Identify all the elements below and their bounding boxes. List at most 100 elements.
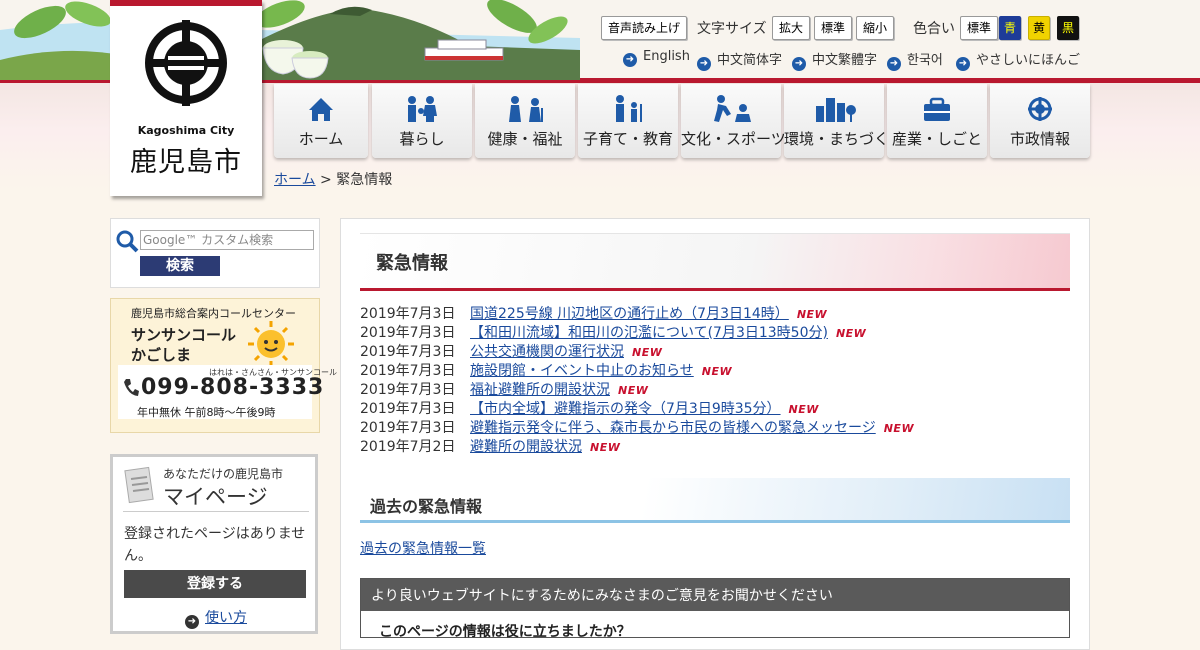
logo-text-ja: 鹿児島市 xyxy=(130,147,242,178)
lang-easy-japanese-link[interactable]: ➜ やさしいにほんご xyxy=(956,49,1080,71)
past-info-heading-bar: 過去の緊急情報 xyxy=(360,478,1070,523)
call-center-name-line1: サンサンコール xyxy=(131,326,237,344)
news-link[interactable]: 公共交通機関の運行状況 xyxy=(470,344,624,360)
color-yellow-button[interactable]: 黄 xyxy=(1028,16,1051,40)
news-date: 2019年7月3日 xyxy=(360,306,456,322)
survey-heading: より良いウェブサイトにするためにみなさまのご意見をお聞かせください xyxy=(361,579,1069,611)
news-date: 2019年7月3日 xyxy=(360,363,456,379)
new-badge: NEW xyxy=(618,384,649,397)
arrow-right-icon: ➜ xyxy=(887,57,901,71)
nav-label: 健康・福祉 xyxy=(487,130,563,148)
nav-label: ホーム xyxy=(298,130,344,148)
page-title-bar: 緊急情報 xyxy=(360,233,1070,291)
breadcrumb-current: 緊急情報 xyxy=(336,172,393,188)
color-blue-button[interactable]: 青 xyxy=(999,16,1022,40)
arrow-right-icon: ➜ xyxy=(185,615,199,629)
survey-panel: より良いウェブサイトにするためにみなさまのご意見をお聞かせください このページの… xyxy=(360,578,1070,640)
lang-label: 中文繁體字 xyxy=(812,53,878,68)
new-badge: NEW xyxy=(883,422,915,435)
news-item: 2019年7月3日 福祉避難所の開設状況 NEW xyxy=(360,379,648,399)
new-badge: NEW xyxy=(796,308,828,321)
new-badge: NEW xyxy=(835,327,867,340)
news-link[interactable]: 【和田川流域】和田川の氾濫について(7月3日13時50分) xyxy=(470,325,828,341)
news-item: 2019年7月3日 国道225号線 川辺地区の通行止め（7月3日14時） NEW xyxy=(360,303,827,323)
news-item: 2019年7月3日 公共交通機関の運行状況 NEW xyxy=(360,341,662,361)
nav-label: 子育て・教育 xyxy=(582,130,673,148)
lang-chinese-simplified-link[interactable]: ➜ 中文简体字 xyxy=(697,49,782,71)
news-date: 2019年7月3日 xyxy=(360,344,456,360)
font-size-shrink-button[interactable]: 縮小 xyxy=(856,16,895,40)
lang-english-link[interactable]: ➜ English xyxy=(623,49,690,67)
nav-culture-sports[interactable]: 文化・スポーツ xyxy=(681,84,786,158)
news-date: 2019年7月3日 xyxy=(360,420,456,436)
mypage-howto-label: 使い方 xyxy=(205,610,247,626)
nav-parenting-education[interactable]: 子育て・教育 xyxy=(578,84,678,158)
lang-label: English xyxy=(643,49,690,64)
nav-label: 環境・まちづくり xyxy=(784,130,905,148)
arrow-right-icon: ➜ xyxy=(623,53,637,67)
new-badge: NEW xyxy=(788,403,819,416)
color-black-button[interactable]: 黒 xyxy=(1057,16,1080,40)
news-date: 2019年7月2日 xyxy=(360,439,456,455)
lang-chinese-traditional-link[interactable]: ➜ 中文繁體字 xyxy=(792,49,877,71)
news-date: 2019年7月3日 xyxy=(360,401,456,417)
news-link[interactable]: 国道225号線 川辺地区の通行止め（7月3日14時） xyxy=(470,306,789,322)
arrow-right-icon: ➜ xyxy=(792,57,806,71)
new-badge: NEW xyxy=(701,365,733,378)
nav-label: 文化・スポーツ xyxy=(681,130,786,148)
home-icon xyxy=(309,98,333,121)
mypage-empty-text: 登録されたページはありません。 xyxy=(124,526,306,564)
news-date: 2019年7月3日 xyxy=(360,325,456,341)
news-link[interactable]: 避難指示発令に伴う、森市長から市民の皆様への緊急メッセージ xyxy=(470,420,876,436)
lang-label: 中文简体字 xyxy=(717,53,783,68)
news-item: 2019年7月3日 【和田川流域】和田川の氾濫について(7月3日13時50分) NE… xyxy=(360,322,866,342)
breadcrumb-separator: > xyxy=(320,172,332,188)
phone-icon xyxy=(124,379,139,396)
briefcase-icon xyxy=(924,97,950,121)
nav-environment-town[interactable]: 環境・まちづくり xyxy=(784,84,905,158)
breadcrumb-home-link[interactable]: ホーム xyxy=(274,172,316,188)
sports-icon xyxy=(714,95,751,122)
news-link[interactable]: 福祉避難所の開設状況 xyxy=(470,382,610,398)
nav-industry-work[interactable]: 産業・しごと xyxy=(887,84,987,158)
family-icon xyxy=(408,96,437,122)
past-info-heading: 過去の緊急情報 xyxy=(370,497,483,516)
arrow-right-icon: ➜ xyxy=(697,57,711,71)
city-icon xyxy=(816,98,856,122)
arrow-right-icon: ➜ xyxy=(956,57,970,71)
search-icon xyxy=(116,230,139,253)
lang-korean-link[interactable]: ➜ 한국어 xyxy=(887,49,943,71)
font-size-label: 文字サイズ xyxy=(697,21,767,37)
new-badge: NEW xyxy=(632,346,663,359)
news-link[interactable]: 施設閉館・イベント中止のお知らせ xyxy=(470,363,694,379)
nav-home[interactable]: ホーム xyxy=(274,84,368,158)
call-center-phone: 099-808-3333 xyxy=(141,375,325,400)
city-logo[interactable]: Kagoshima City 鹿児島市 xyxy=(110,0,262,196)
read-aloud-button[interactable]: 音声読み上げ xyxy=(601,16,688,40)
font-size-enlarge-button[interactable]: 拡大 xyxy=(772,16,811,40)
color-standard-button[interactable]: 標準 xyxy=(960,16,999,40)
nav-label: 市政情報 xyxy=(1009,130,1070,148)
city-emblem-icon xyxy=(1028,97,1052,121)
nav-health-welfare[interactable]: 健康・福祉 xyxy=(475,84,575,158)
news-link[interactable]: 避難所の開設状況 xyxy=(470,439,582,455)
color-label: 色合い xyxy=(913,21,955,37)
city-emblem-icon xyxy=(145,20,227,106)
search-input[interactable]: Google™ カスタム検索 xyxy=(140,230,314,250)
mypage-howto-link[interactable]: ➜ 使い方 xyxy=(185,607,247,629)
breadcrumb: ホーム > 緊急情報 xyxy=(274,169,392,189)
call-center-hours: 年中無休 午前8時～午後9時 xyxy=(137,406,276,419)
news-item: 2019年7月2日 避難所の開設状況 NEW xyxy=(360,436,620,456)
nav-label: 暮らし xyxy=(399,130,445,148)
search-button[interactable]: 検索 xyxy=(140,256,220,276)
lang-label: 한국어 xyxy=(907,53,943,68)
news-link[interactable]: 【市内全域】避難指示の発令（7月3日9時35分） xyxy=(470,401,781,417)
news-item: 2019年7月3日 施設閉館・イベント中止のお知らせ NEW xyxy=(360,360,732,380)
call-center-banner[interactable]: 鹿児島市総合案内コールセンター サンサンコール かごしま はれは・さんさん・サン… xyxy=(110,298,337,433)
mypage-register-button[interactable]: 登録する xyxy=(124,570,306,598)
nav-city-government[interactable]: 市政情報 xyxy=(990,84,1090,158)
news-item: 2019年7月3日 【市内全域】避難指示の発令（7月3日9時35分） NEW xyxy=(360,398,819,418)
past-info-list-link[interactable]: 過去の緊急情報一覧 xyxy=(360,538,486,558)
font-size-standard-button[interactable]: 標準 xyxy=(814,16,853,40)
nav-living[interactable]: 暮らし xyxy=(372,84,472,158)
